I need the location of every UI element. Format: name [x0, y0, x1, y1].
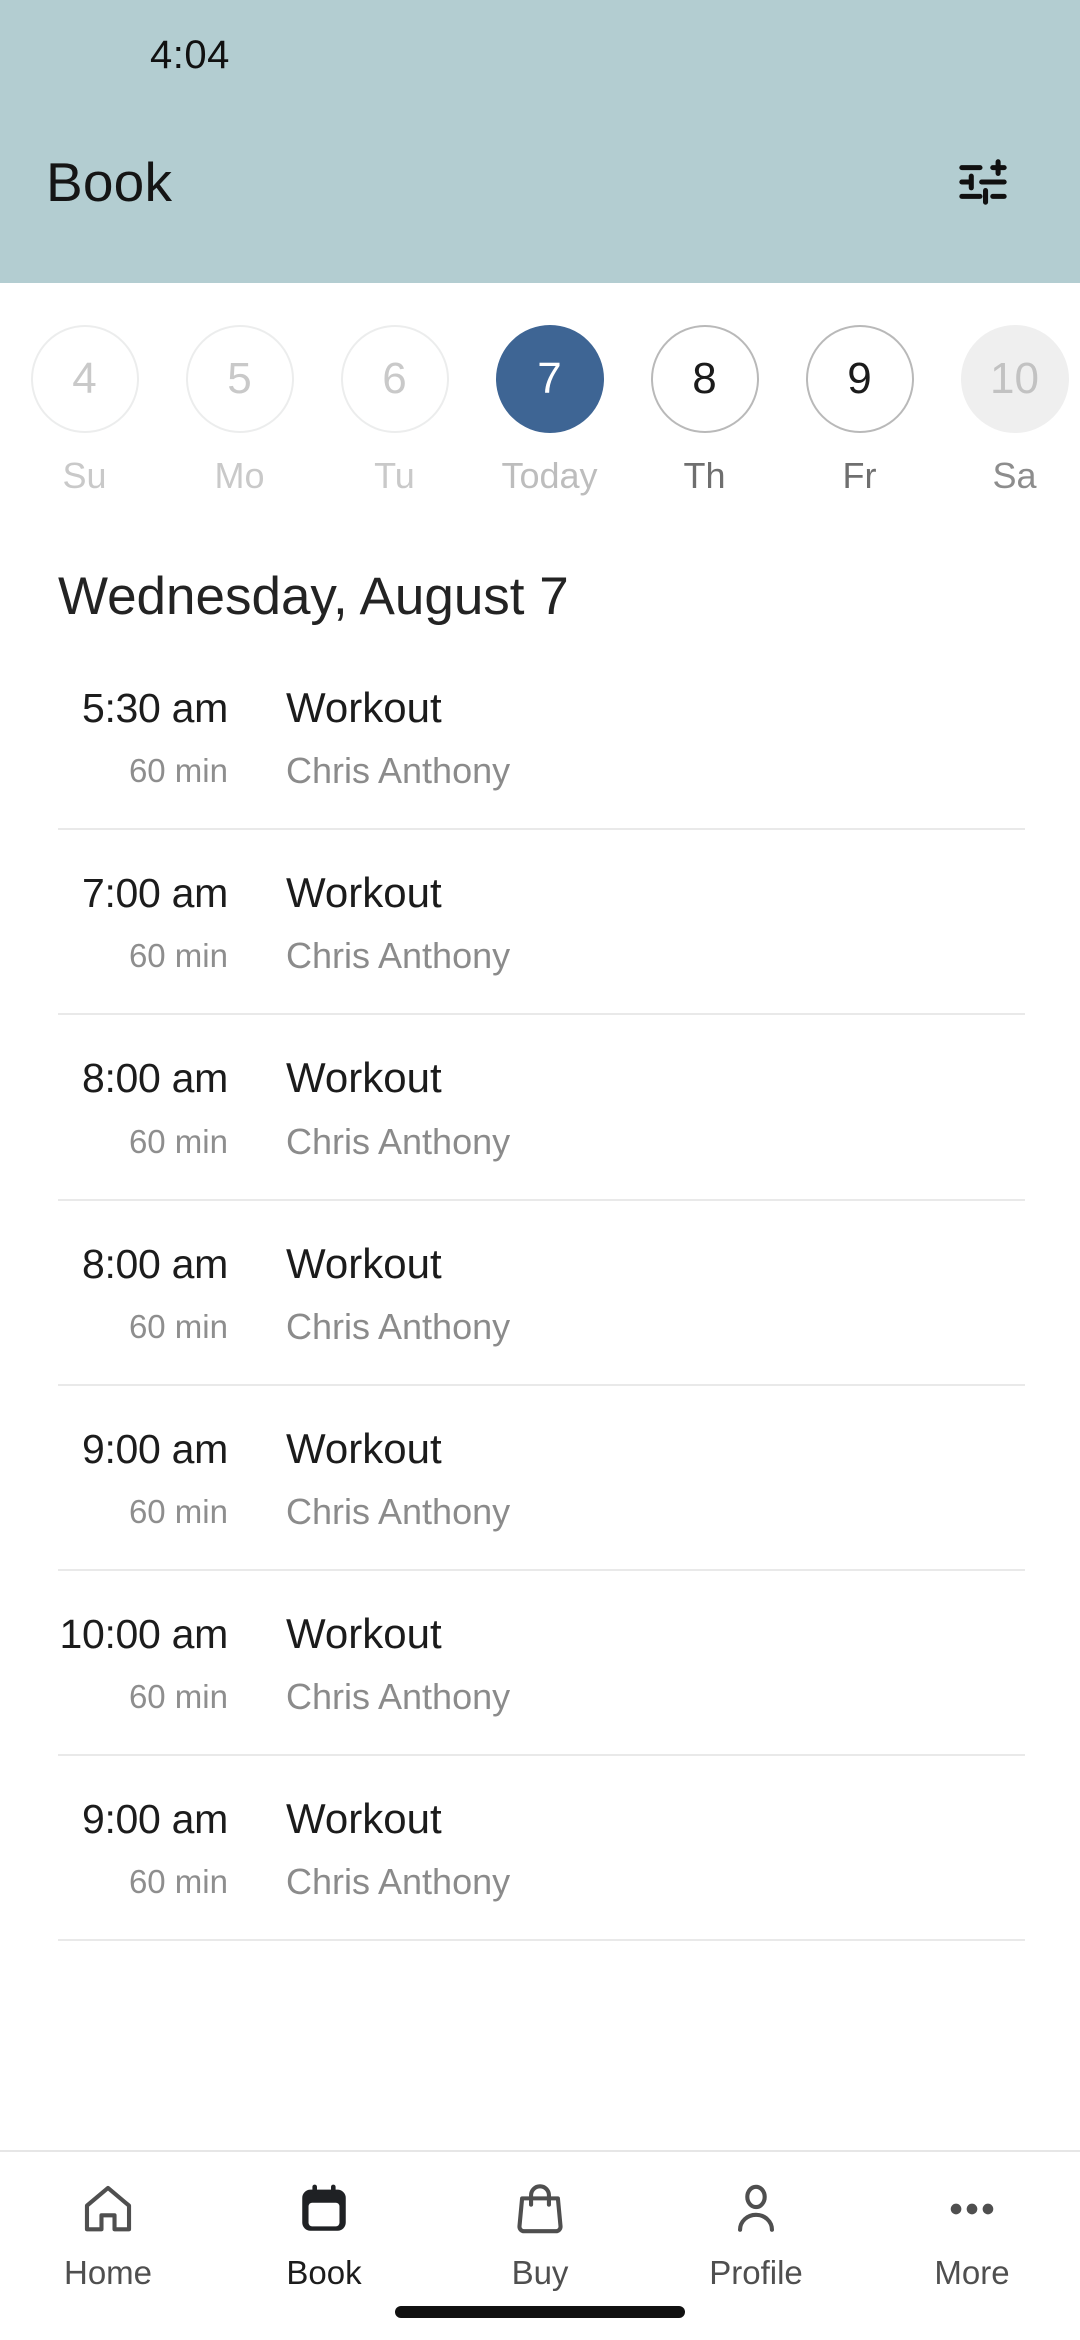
slot-detail-block: Workout Chris Anthony: [228, 1055, 1025, 1162]
nav-label: Book: [286, 2254, 362, 2291]
class-slot-list: 5:30 am 60 min Workout Chris Anthony 7:0…: [0, 645, 1080, 1942]
date-chip-label: Today: [501, 455, 598, 496]
class-slot-row[interactable]: 8:00 am 60 min Workout Chris Anthony: [58, 1015, 1025, 1201]
slot-detail-block: Workout Chris Anthony: [228, 1609, 1025, 1718]
slot-detail-block: Workout Chris Anthony: [228, 1239, 1025, 1348]
date-chip-circle: 7: [495, 325, 604, 433]
slot-detail-block: Workout Chris Anthony: [228, 1795, 1025, 1903]
date-chip-circle: 9: [805, 325, 914, 433]
slot-instructor: Chris Anthony: [286, 1305, 511, 1347]
slot-time-block: 8:00 am 60 min: [58, 1241, 228, 1346]
slot-duration: 60 min: [128, 1863, 228, 1901]
class-slot-row[interactable]: 9:00 am 60 min Workout Chris Anthony: [58, 1386, 1025, 1571]
slot-time-block: 7:00 am 60 min: [58, 870, 228, 975]
app-screen: 4:04 Book 4 Su 5 Mo 6 Tu 7 Today 8 Th 9 …: [0, 0, 1080, 2340]
slot-instructor: Chris Anthony: [286, 1861, 511, 1903]
date-chip-circle: 4: [30, 325, 139, 433]
calendar-icon: [295, 2178, 353, 2240]
date-chip-6[interactable]: 10 Sa: [937, 325, 1080, 497]
slot-instructor: Chris Anthony: [286, 935, 511, 977]
slot-title: Workout: [286, 1609, 442, 1657]
slot-detail-block: Workout Chris Anthony: [228, 869, 1025, 977]
nav-item-more[interactable]: More: [882, 2178, 1062, 2292]
class-slot-row[interactable]: 10:00 am 60 min Workout Chris Anthony: [58, 1571, 1025, 1757]
date-chip-0[interactable]: 4 Su: [7, 325, 162, 497]
nav-item-profile[interactable]: Profile: [666, 2178, 846, 2292]
class-slot-row[interactable]: 8:00 am 60 min Workout Chris Anthony: [58, 1201, 1025, 1386]
slot-time-block: 10:00 am 60 min: [58, 1611, 228, 1716]
date-chip-circle: 10: [960, 325, 1069, 433]
date-chip-circle: 6: [340, 325, 449, 433]
app-bar: Book: [0, 110, 1080, 283]
slot-title: Workout: [286, 1795, 442, 1843]
slot-detail-block: Workout Chris Anthony: [228, 684, 1025, 792]
date-chip-label: Tu: [374, 455, 415, 496]
date-chip-2[interactable]: 6 Tu: [317, 325, 472, 497]
date-chip-label: Sa: [992, 455, 1037, 496]
slot-title: Workout: [286, 869, 442, 917]
slot-time: 5:30 am: [81, 685, 228, 731]
nav-item-buy[interactable]: Buy: [450, 2178, 630, 2292]
class-slot-row[interactable]: 5:30 am 60 min Workout Chris Anthony: [58, 645, 1025, 831]
slot-duration: 60 min: [128, 752, 228, 790]
slot-instructor: Chris Anthony: [286, 750, 511, 792]
slot-duration: 60 min: [128, 1492, 228, 1530]
date-chip-label: Mo: [214, 455, 265, 496]
nav-item-book[interactable]: Book: [234, 2178, 414, 2292]
nav-label: Buy: [511, 2254, 569, 2291]
nav-label: Home: [63, 2254, 153, 2291]
slot-instructor: Chris Anthony: [286, 1120, 511, 1162]
selected-date-heading: Wednesday, August 7: [58, 567, 569, 626]
slot-time-block: 5:30 am 60 min: [58, 685, 228, 790]
slot-detail-block: Workout Chris Anthony: [228, 1424, 1025, 1533]
date-chip-4[interactable]: 8 Th: [627, 325, 782, 497]
date-chip-circle: 5: [185, 325, 294, 433]
date-chip-label: Su: [62, 455, 107, 496]
status-bar-clock: 4:04: [150, 32, 230, 77]
tune-icon-glyph: [959, 158, 1007, 205]
slot-instructor: Chris Anthony: [286, 1676, 511, 1718]
slot-time: 9:00 am: [81, 1796, 228, 1843]
slot-duration: 60 min: [128, 937, 228, 975]
nav-item-home[interactable]: Home: [18, 2178, 198, 2292]
slot-time-block: 8:00 am 60 min: [58, 1055, 228, 1160]
slot-title: Workout: [286, 684, 442, 731]
slot-title: Workout: [286, 1424, 442, 1472]
slot-duration: 60 min: [128, 1678, 228, 1716]
slot-time: 8:00 am: [81, 1240, 228, 1287]
date-selector-strip[interactable]: 4 Su 5 Mo 6 Tu 7 Today 8 Th 9 Fr 10 Sa: [0, 283, 1080, 528]
slot-title: Workout: [286, 1054, 442, 1102]
slot-time-block: 9:00 am 60 min: [58, 1796, 228, 1901]
status-bar: 4:04: [0, 0, 1080, 110]
slot-time: 9:00 am: [81, 1425, 228, 1472]
app-header: 4:04 Book: [0, 0, 1080, 283]
page-title: Book: [46, 150, 173, 213]
slot-time-block: 9:00 am 60 min: [58, 1426, 228, 1531]
bag-icon: [511, 2178, 569, 2240]
class-slot-row[interactable]: 7:00 am 60 min Workout Chris Anthony: [58, 830, 1025, 1016]
date-chip-5[interactable]: 9 Fr: [782, 325, 937, 497]
slot-time: 10:00 am: [59, 1610, 228, 1657]
nav-label: More: [934, 2254, 1010, 2291]
slot-instructor: Chris Anthony: [286, 1490, 511, 1532]
slot-duration: 60 min: [128, 1307, 228, 1345]
date-chip-label: Th: [683, 455, 726, 496]
person-icon: [727, 2178, 785, 2240]
home-indicator: [395, 2306, 685, 2318]
date-chip-1[interactable]: 5 Mo: [162, 325, 317, 497]
schedule-content: Wednesday, August 7 5:30 am 60 min Worko…: [0, 528, 1080, 2150]
date-chip-label: Fr: [842, 455, 877, 496]
nav-label: Profile: [709, 2254, 803, 2291]
date-chip-today-selected[interactable]: 7 Today: [472, 325, 627, 497]
tune-icon[interactable]: [946, 145, 1020, 219]
slot-title: Workout: [286, 1239, 442, 1287]
class-slot-row[interactable]: 9:00 am 60 min Workout Chris Anthony: [58, 1756, 1025, 1942]
ellipsis-icon: [943, 2178, 1001, 2240]
home-icon: [79, 2178, 137, 2240]
slot-time: 8:00 am: [81, 1055, 228, 1102]
date-chip-circle: 8: [650, 325, 759, 433]
slot-duration: 60 min: [128, 1122, 228, 1160]
slot-time: 7:00 am: [81, 870, 228, 917]
